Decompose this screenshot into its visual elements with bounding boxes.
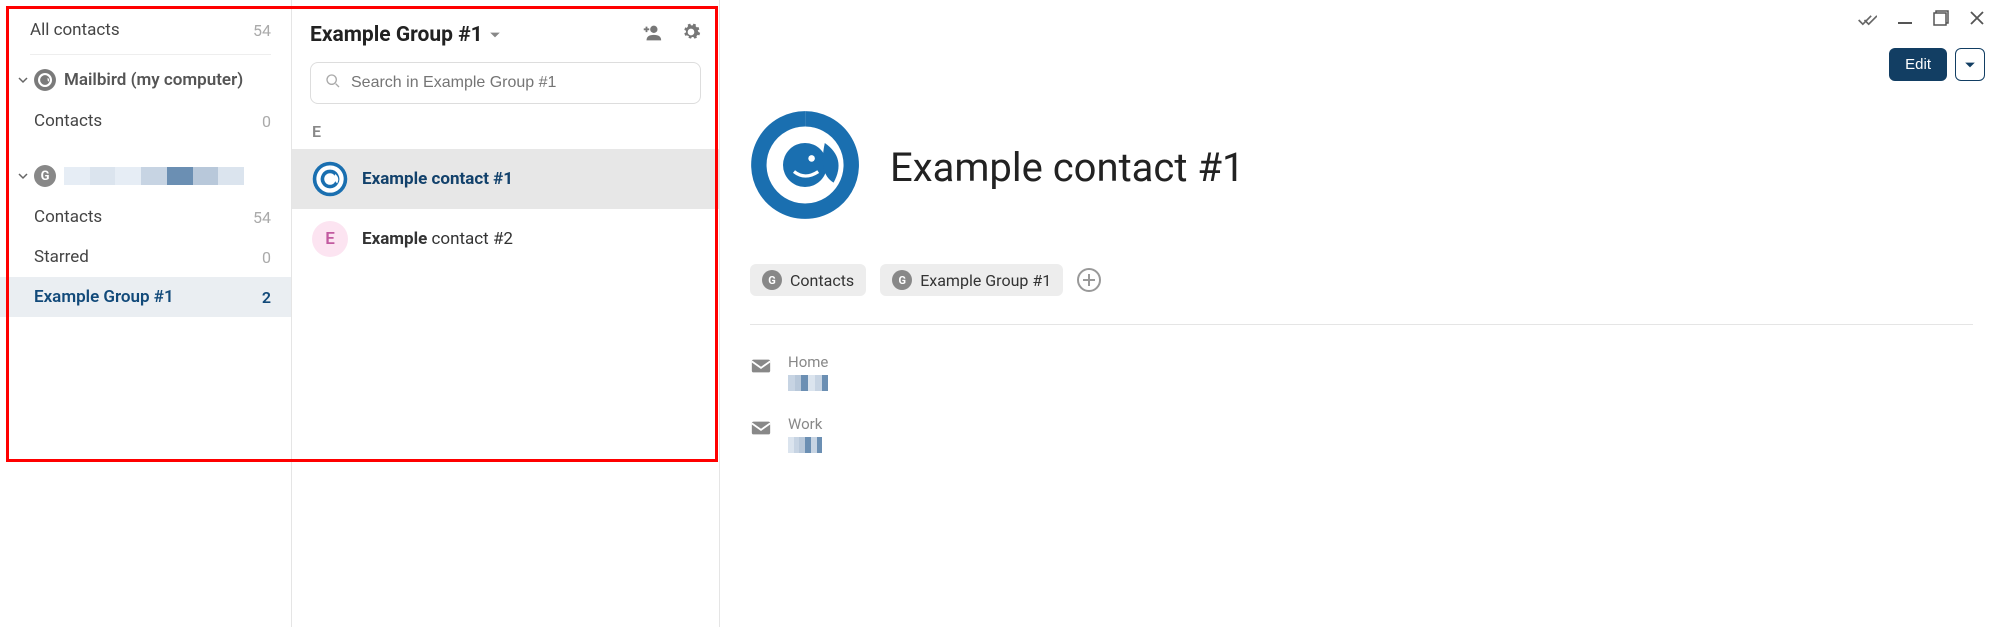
tag-contacts[interactable]: G Contacts [750,264,866,296]
mail-icon [750,355,772,381]
google-icon: G [762,270,782,290]
maximize-icon[interactable] [1933,10,1949,34]
chevron-down-icon [18,171,28,181]
mailbird-icon [34,69,56,91]
sidebar-item-count: 2 [262,288,271,307]
tag-example-group[interactable]: G Example Group #1 [880,264,1063,296]
email-field-home[interactable]: Home [720,345,2003,407]
field-label: Home [788,353,828,371]
search-box[interactable] [310,62,701,104]
contact-avatar-letter: E [312,221,348,257]
sidebar-item-label: Contacts [34,207,253,227]
contact-row[interactable]: Example contact #1 [292,149,719,209]
contact-row[interactable]: E Example contact #2 [292,209,719,269]
contact-name: Example contact #1 [362,169,513,189]
sidebar-item-count: 54 [253,21,271,40]
contact-name: Example contact #2 [362,229,513,249]
sidebar-item-count: 54 [253,208,271,227]
tag-label: Example Group #1 [920,271,1051,290]
letter-separator: E [292,114,719,149]
edit-button[interactable]: Edit [1889,48,1947,81]
group-title-text: Example Group #1 [310,23,483,47]
sidebar-account-label: Mailbird (my computer) [64,70,271,90]
field-value-redacted [788,437,822,453]
sidebar-item-count: 0 [262,248,271,267]
sidebar-item-label: Starred [34,247,262,267]
sidebar-item-label: All contacts [30,20,253,40]
search-icon [325,73,341,93]
minimize-icon[interactable] [1897,10,1913,34]
sidebar-item-label: Contacts [34,111,262,131]
sidebar-item-contacts[interactable]: Contacts 54 [0,197,291,237]
contact-title: Example contact #1 [890,144,1244,191]
sidebar-account-google[interactable]: G [0,155,291,197]
contact-avatar-large-icon [750,110,860,224]
sidebar-item-example-group[interactable]: Example Group #1 2 [0,277,291,317]
chevron-down-icon [18,75,28,85]
caret-down-icon [489,23,501,47]
group-title-dropdown[interactable]: Example Group #1 [310,23,501,47]
email-field-work[interactable]: Work [720,407,2003,469]
gear-icon[interactable] [681,22,701,48]
sidebar-account-mailbird[interactable]: Mailbird (my computer) [0,59,291,101]
mail-icon [750,417,772,443]
mark-read-icon[interactable] [1857,10,1877,34]
contacts-list-pane: Example Group #1 E [292,0,720,627]
contact-avatar-icon [312,161,348,197]
search-input[interactable] [351,74,686,92]
sidebar-item-contacts-local[interactable]: Contacts 0 [0,101,291,141]
google-icon: G [892,270,912,290]
divider [30,54,271,55]
field-label: Work [788,415,822,433]
field-value-redacted [788,375,828,391]
tag-label: Contacts [790,271,854,290]
google-icon: G [34,165,56,187]
add-tag-button[interactable] [1077,268,1101,292]
contact-detail-pane: Edit Example contact #1 G Contacts G Exa… [720,0,2003,627]
sidebar-item-count: 0 [262,112,271,131]
close-icon[interactable] [1969,10,1985,34]
sidebar-item-label: Example Group #1 [34,287,262,307]
edit-dropdown-button[interactable] [1955,48,1985,81]
add-contact-icon[interactable] [641,22,663,48]
divider [750,324,1973,325]
sidebar-all-contacts[interactable]: All contacts 54 [0,10,291,50]
sidebar: All contacts 54 Mailbird (my computer) C… [0,0,292,627]
sidebar-item-starred[interactable]: Starred 0 [0,237,291,277]
sidebar-account-email-redacted [64,167,244,185]
